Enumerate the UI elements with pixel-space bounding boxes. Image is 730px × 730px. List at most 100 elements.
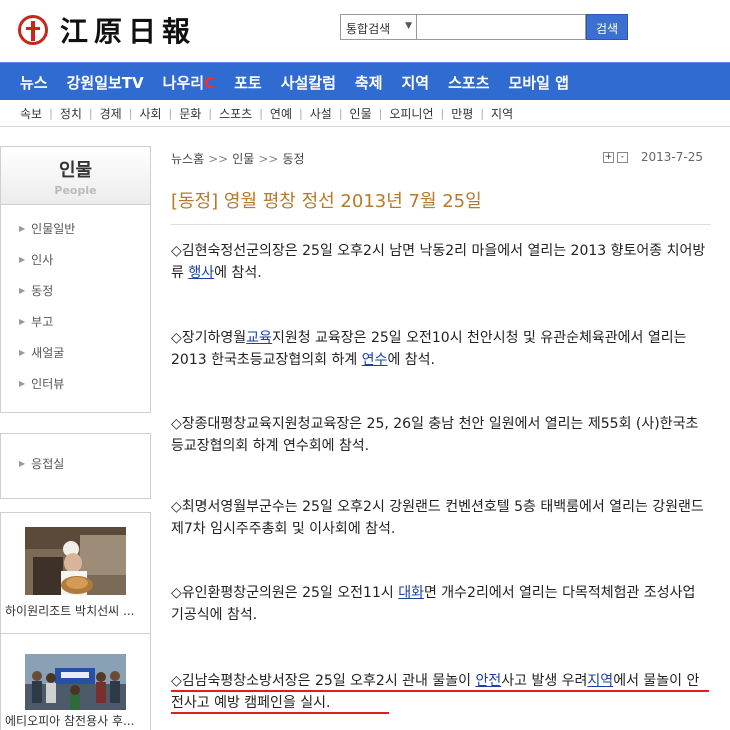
breadcrumb-separator: >> [258, 152, 279, 166]
sidebar-title: 인물 [58, 160, 93, 181]
chevron-down-icon: ▼ [405, 21, 412, 31]
sidebar-item-activities[interactable]: ▶ 동정 [19, 275, 150, 306]
subnav-item-region[interactable]: 지역 [491, 105, 513, 122]
sidebar-item-general[interactable]: ▶ 인물일반 [19, 213, 150, 244]
keyword-link[interactable]: 연수 [362, 352, 388, 368]
subnav-item-entertainment[interactable]: 연예 [270, 105, 292, 122]
sidebar-subtitle: People [54, 184, 97, 197]
subnav-divider: | [168, 106, 173, 120]
bullet-icon: ▶ [19, 285, 26, 295]
nav-item-nowuri[interactable]: 나우리C [163, 72, 215, 93]
search-scope-label: 통합검색 [346, 22, 391, 36]
nav-item-sports[interactable]: 스포츠 [448, 72, 489, 93]
sidebar-menu: ▶ 인물일반 ▶ 인사 ▶ 동정 ▶ 부고 ▶ 새얼굴 ▶ 인터뷰 [1, 205, 150, 399]
thumb-caption[interactable]: 에티오피아 참전용사 후... [5, 712, 149, 729]
sidebar-item-reception[interactable]: ▶ 응접실 [19, 448, 150, 479]
nav-item-editorial[interactable]: 사설칼럼 [281, 72, 336, 93]
sidebar-item-personnel[interactable]: ▶ 인사 [19, 244, 150, 275]
subnav-divider: | [49, 106, 53, 120]
subnav-divider: | [88, 106, 93, 120]
bullet-icon: ▶ [19, 458, 26, 468]
subnav-divider: | [378, 106, 383, 120]
site-logo[interactable]: 江原日報 [18, 10, 196, 50]
article-paragraph: ◇장기하영월교육지원청 교육장은 25일 오전10시 천안시청 및 유관순체육관… [171, 327, 711, 371]
subnav-item-people[interactable]: 인물 [350, 105, 372, 122]
search-button[interactable]: 검색 [586, 14, 628, 40]
sidebar-header: 인물 People [1, 147, 150, 205]
search-input[interactable] [416, 14, 586, 40]
article-paragraph: ◇장종대평창교육지원청교육장은 25, 26일 충남 천안 일원에서 열리는 제… [171, 416, 699, 454]
font-enlarge-button[interactable]: + [602, 151, 614, 163]
paragraph-text: ◇김남숙평창소방서장은 25일 오후2시 관내 물놀이 [171, 673, 476, 689]
sidebar-item-label: 동정 [31, 283, 54, 298]
breadcrumb-people[interactable]: 인물 [232, 152, 254, 166]
keyword-link[interactable]: 지역 [587, 673, 613, 689]
site-header: 江原日報 통합검색 ▼ 검색 [0, 0, 730, 58]
subnav-divider: | [440, 106, 445, 120]
sidebar-item-label: 부고 [31, 314, 54, 329]
breadcrumb-home[interactable]: 뉴스홈 [171, 152, 204, 166]
subnav-item-culture[interactable]: 문화 [179, 105, 201, 122]
article-date: 2013-7-25 [640, 150, 703, 164]
keyword-link[interactable]: 교육 [246, 330, 272, 346]
nav-item-photo[interactable]: 포토 [234, 72, 262, 93]
subnav-item-opinion[interactable]: 오피니언 [389, 105, 433, 122]
sidebar-extra-box: ▶ 응접실 [0, 433, 151, 499]
highlight-underline [171, 690, 709, 692]
search-scope-select[interactable]: 통합검색 ▼ [340, 14, 416, 40]
keyword-link[interactable]: 대화 [398, 585, 424, 601]
subnav-divider: | [338, 106, 343, 120]
bullet-icon: ▶ [19, 254, 26, 264]
article-paragraph: ◇김현숙정선군의장은 25일 오후2시 남면 낙동2리 마을에서 열리는 201… [171, 240, 711, 284]
thumb-photo-veterans [25, 654, 126, 710]
bullet-icon: ▶ [19, 223, 26, 233]
article-title: [동정] 영월 평창 정선 2013년 7월 25일 [171, 191, 482, 212]
subnav-item-sports[interactable]: 스포츠 [219, 105, 252, 122]
nav-item-region[interactable]: 지역 [402, 72, 430, 93]
logo-emblem-icon [18, 15, 48, 45]
font-shrink-button[interactable]: - [616, 151, 628, 163]
nav-item-tv[interactable]: 강원일보TV [67, 72, 144, 93]
nav-item-nowuri-label: 나우리 [162, 73, 205, 92]
subnav-item-politics[interactable]: 정치 [60, 105, 82, 122]
sidebar-item-obituary[interactable]: ▶ 부고 [19, 306, 150, 337]
breadcrumb-separator: >> [208, 152, 229, 166]
thumb-caption[interactable]: 하이원리조트 박치선씨 ... [5, 602, 149, 619]
sidebar-item-interview[interactable]: ▶ 인터뷰 [19, 368, 150, 399]
thumb-photo-chef [25, 527, 126, 595]
sidebar-item-label: 새얼굴 [31, 345, 65, 360]
sidebar-item-label: 인물일반 [31, 221, 76, 236]
subnav-divider: | [208, 106, 213, 120]
nav-item-mobile-app[interactable]: 모바일 앱 [509, 72, 569, 93]
subnav-item-economy[interactable]: 경제 [100, 105, 122, 122]
logo-text: 江原日報 [60, 15, 197, 48]
sidebar-item-new-faces[interactable]: ▶ 새얼굴 [19, 337, 150, 368]
subnav-item-breaking[interactable]: 속보 [20, 105, 42, 122]
subnav-divider: | [128, 106, 133, 120]
paragraph-text: ◇유인환평창군의원은 25일 오전11시 [171, 585, 399, 601]
subnav-item-society[interactable]: 사회 [139, 105, 161, 122]
subnav-divider: | [259, 106, 263, 120]
sidebar-thumb-card[interactable]: 에티오피아 참전용사 후... [0, 633, 151, 730]
paragraph-text: 사고 발생 우려 [501, 673, 588, 689]
sidebar-category-box: 인물 People ▶ 인물일반 ▶ 인사 ▶ 동정 ▶ 부고 ▶ 새얼굴 ▶ 인터뷰 [0, 146, 151, 413]
breadcrumb-activities[interactable]: 동정 [282, 152, 304, 166]
sidebar-thumb-card[interactable]: 하이원리조트 박치선씨 ... [0, 512, 151, 640]
sub-nav: 속보 | 정치 | 경제 | 사회 | 문화 | 스포츠 | 연예 | 사설 | 인물 | 오피니… [0, 100, 730, 127]
nav-item-festival[interactable]: 축제 [355, 72, 383, 93]
keyword-link[interactable]: 안전 [475, 673, 501, 689]
sidebar-item-label: 인사 [31, 252, 54, 267]
bullet-icon: ▶ [19, 316, 26, 326]
keyword-link[interactable]: 행사 [188, 265, 214, 281]
paragraph-text: 에 참석. [214, 265, 262, 281]
subnav-divider: | [480, 106, 485, 120]
sidebar-item-label: 응접실 [31, 456, 65, 471]
highlight-underline [171, 712, 389, 714]
search-bar: 통합검색 ▼ 검색 [340, 14, 628, 40]
sidebar-item-label: 인터뷰 [31, 376, 65, 391]
article-tools: + - 2013-7-25 [602, 150, 703, 164]
article-paragraph: ◇최명서영월부군수는 25일 오후2시 강원랜드 컨벤션호텔 5층 태백룸에서 … [171, 499, 704, 537]
subnav-item-cartoon[interactable]: 만평 [451, 105, 473, 122]
subnav-item-editorial[interactable]: 사설 [310, 105, 332, 122]
nav-item-news[interactable]: 뉴스 [20, 72, 48, 93]
